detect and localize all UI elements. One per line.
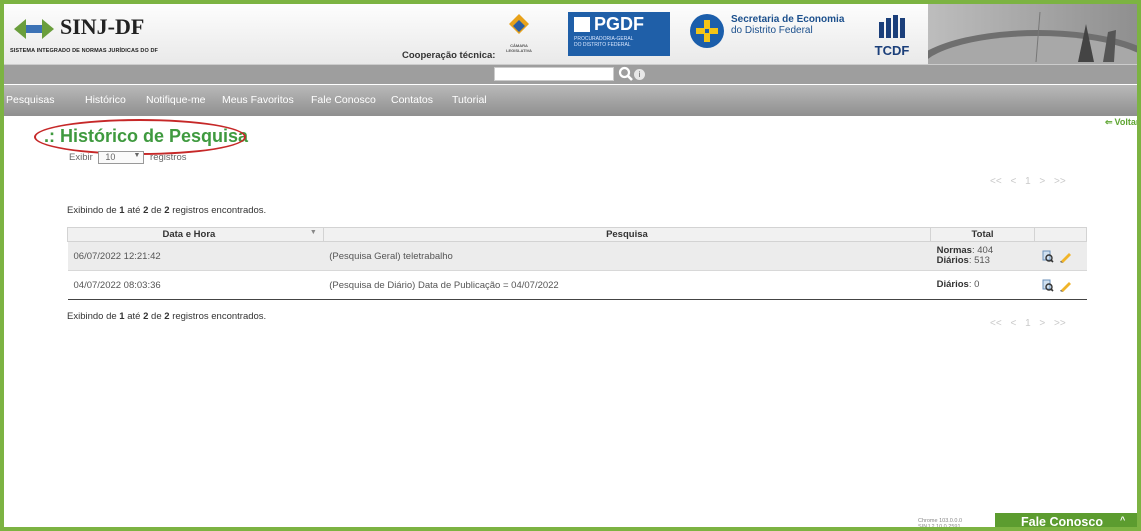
secretaria-line1: Secretaria de Economia bbox=[731, 14, 845, 25]
cell-total: Normas: 404 Diários: 513 bbox=[930, 241, 1035, 271]
table-row[interactable]: 06/07/2022 12:21:42 (Pesquisa Geral) tel… bbox=[67, 241, 1087, 271]
exibir-label: Exibir bbox=[69, 152, 93, 164]
search-again-icon[interactable] bbox=[1041, 279, 1054, 292]
registros-label: registros bbox=[150, 152, 187, 164]
sinj-logo-icon bbox=[14, 19, 54, 39]
chevron-down-icon: ▼ bbox=[133, 152, 141, 159]
camara-emblem-icon bbox=[509, 14, 529, 34]
page-size-value: 10 bbox=[105, 152, 116, 162]
voltar-link[interactable]: ⇐ Voltar bbox=[1105, 117, 1139, 128]
column-header-search[interactable]: Pesquisa bbox=[322, 227, 932, 242]
results-count-top: Exibindo de 1 até 2 de 2 registros encon… bbox=[67, 205, 267, 216]
brasao-cross-icon bbox=[696, 20, 718, 42]
pagination-top[interactable]: << < 1 > >> bbox=[990, 176, 1066, 187]
pgdf-subtitle: PROCURADORIA-GERAL DO DISTRITO FEDERAL bbox=[574, 36, 633, 48]
edit-pencil-icon[interactable] bbox=[1059, 250, 1072, 263]
sinj-logo[interactable]: SINJ-DF SISTEMA INTEGRADO DE NORMAS JURÍ… bbox=[10, 10, 230, 60]
camara-logo[interactable]: CÂMARA LEGISLATIVA bbox=[501, 14, 537, 60]
pgdf-sub-line2: DO DISTRITO FEDERAL bbox=[574, 42, 631, 48]
nav-item-meus-favoritos[interactable]: Meus Favoritos bbox=[222, 94, 294, 106]
table-header-row: Data e Hora ▼ Pesquisa Total bbox=[67, 227, 1087, 242]
site-header: SINJ-DF SISTEMA INTEGRADO DE NORMAS JURÍ… bbox=[4, 4, 1137, 65]
cell-search[interactable]: (Pesquisa de Diário) Data de Publicação … bbox=[323, 270, 931, 300]
cell-total: Diários: 0 bbox=[930, 270, 1035, 300]
page-size-control: Exibir 10 ▼ registros bbox=[69, 151, 186, 164]
nav-item-tutorial[interactable]: Tutorial bbox=[452, 94, 487, 106]
secretaria-line2: do Distrito Federal bbox=[731, 25, 813, 36]
search-input[interactable] bbox=[494, 67, 614, 81]
cell-date: 04/07/2022 08:03:36 bbox=[67, 270, 324, 300]
pgdf-title: PGDF bbox=[594, 14, 645, 34]
page-size-select[interactable]: 10 ▼ bbox=[98, 151, 145, 164]
voltar-label: Voltar bbox=[1114, 117, 1140, 127]
nav-item-notifique-me[interactable]: Notifique-me bbox=[146, 94, 206, 106]
cell-actions bbox=[1034, 241, 1087, 271]
search-icon[interactable] bbox=[618, 66, 634, 82]
logo-subtitle: SISTEMA INTEGRADO DE NORMAS JURÍDICAS DO… bbox=[10, 48, 159, 54]
nav-item-contatos[interactable]: Contatos bbox=[391, 94, 433, 106]
column-header-date[interactable]: Data e Hora ▼ bbox=[67, 227, 324, 242]
pagination-bottom[interactable]: << < 1 > >> bbox=[990, 318, 1066, 329]
nav-item-historico[interactable]: Histórico bbox=[85, 94, 126, 106]
brasilia-silhouette-icon bbox=[928, 11, 1137, 64]
chevron-up-icon: ^ bbox=[1120, 515, 1126, 525]
pgdf-emblem-icon bbox=[574, 17, 590, 32]
fale-conosco-label: Fale Conosco bbox=[1021, 515, 1103, 529]
logo-title: SINJ-DF bbox=[60, 14, 145, 39]
table-row[interactable]: 04/07/2022 08:03:36 (Pesquisa de Diário)… bbox=[67, 270, 1087, 300]
tcdf-label: TCDF bbox=[874, 43, 910, 58]
edit-pencil-icon[interactable] bbox=[1059, 279, 1072, 292]
search-bar: i bbox=[4, 65, 1137, 84]
column-header-total[interactable]: Total bbox=[930, 227, 1036, 242]
tcdf-logo[interactable]: TCDF bbox=[872, 14, 912, 60]
browser-version-info: Chrome 103.0.0.0 SINJ 2.10.0.2591 bbox=[918, 518, 963, 530]
back-arrow-icon: ⇐ bbox=[1105, 117, 1113, 127]
main-nav: Pesquisas Histórico Notifique-me Meus Fa… bbox=[4, 85, 1137, 116]
nav-item-pesquisas[interactable]: Pesquisas bbox=[6, 94, 54, 106]
tcdf-emblem-icon bbox=[879, 15, 905, 38]
column-header-actions bbox=[1034, 227, 1087, 242]
camara-label: CÂMARA LEGISLATIVA bbox=[506, 43, 532, 53]
cell-date: 06/07/2022 12:21:42 bbox=[67, 241, 324, 271]
nav-item-fale-conosco[interactable]: Fale Conosco bbox=[311, 94, 376, 106]
info-icon[interactable]: i bbox=[634, 69, 645, 80]
pgdf-logo[interactable]: PGDF PROCURADORIA-GERAL DO DISTRITO FEDE… bbox=[568, 12, 670, 56]
brasao-df-icon[interactable] bbox=[690, 14, 724, 48]
results-count-bottom: Exibindo de 1 até 2 de 2 registros encon… bbox=[67, 311, 267, 322]
brasilia-banner-image bbox=[928, 4, 1137, 64]
sort-caret-icon: ▼ bbox=[309, 229, 317, 236]
cell-actions bbox=[1034, 270, 1087, 300]
cell-search[interactable]: (Pesquisa Geral) teletrabalho bbox=[323, 241, 931, 271]
history-table: Data e Hora ▼ Pesquisa Total 06/07/2022 1… bbox=[67, 227, 1087, 300]
annotation-highlight-ellipse bbox=[34, 119, 246, 155]
cooperacao-label: Cooperação técnica: bbox=[402, 50, 496, 61]
search-again-icon[interactable] bbox=[1041, 250, 1054, 263]
fale-conosco-button[interactable]: Fale Conosco ^ bbox=[995, 513, 1137, 531]
